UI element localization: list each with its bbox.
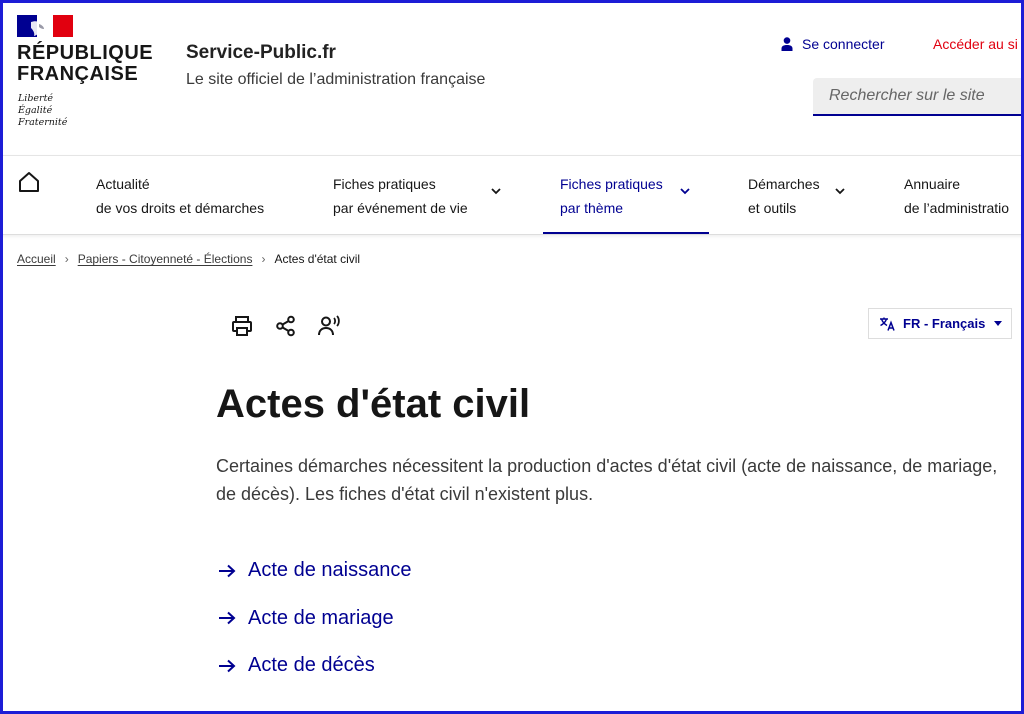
share-icon <box>276 315 295 337</box>
acceder-link[interactable]: Accéder au si <box>933 36 1018 52</box>
chevron-down-icon <box>491 188 501 195</box>
print-button[interactable] <box>230 314 254 338</box>
print-icon <box>232 316 252 336</box>
user-icon <box>781 37 793 51</box>
listen-button[interactable] <box>318 314 342 338</box>
marianne-flag-icon <box>17 15 73 37</box>
link-acte-de-naissance[interactable]: Acte de naissance <box>218 556 411 585</box>
site-subtitle: Le site officiel de l’administration fra… <box>186 71 486 88</box>
chevron-down-icon <box>835 188 845 195</box>
chevron-right-icon: › <box>261 252 266 266</box>
page-tools <box>230 314 362 338</box>
nav-item-demarches[interactable]: Démarches et outils <box>748 172 848 220</box>
translate-icon <box>880 317 895 331</box>
link-label: Acte de décès <box>248 654 375 676</box>
site-title[interactable]: Service-Public.fr <box>186 42 336 64</box>
home-icon <box>19 172 39 192</box>
active-nav-indicator <box>543 232 709 234</box>
related-links-list: Acte de naissance Acte de mariage Acte d… <box>218 556 411 699</box>
search-input[interactable] <box>813 78 1024 114</box>
arrow-right-icon <box>219 659 236 672</box>
nav-item-par-theme[interactable]: Fiches pratiques par thème <box>560 172 692 220</box>
link-label: Acte de naissance <box>248 559 412 581</box>
nav-item-evenement-de-vie[interactable]: Fiches pratiques par événement de vie <box>333 172 501 220</box>
main-navigation: Actualité de vos droits et démarches Fic… <box>0 155 1024 235</box>
connect-label: Se connecter <box>802 36 885 52</box>
chevron-down-icon <box>680 188 690 195</box>
arrow-right-icon <box>219 611 236 625</box>
caret-down-icon <box>994 321 1003 326</box>
nav-home-link[interactable] <box>18 171 40 198</box>
language-label: FR - Français <box>903 316 986 331</box>
link-acte-de-deces[interactable]: Acte de décès <box>218 651 411 680</box>
page-intro: Certaines démarches nécessitent la produ… <box>216 456 998 504</box>
page-title: Actes d'état civil <box>216 382 531 426</box>
republique-motto: Liberté Égalité Fraternité <box>18 93 68 128</box>
share-button[interactable] <box>274 314 298 338</box>
breadcrumb: Accueil › Papiers - Citoyenneté - Électi… <box>17 252 360 266</box>
republique-francaise-name: RÉPUBLIQUE FRANÇAISE <box>17 42 154 85</box>
nav-item-actualite[interactable]: Actualité de vos droits et démarches <box>96 172 264 220</box>
link-acte-de-mariage[interactable]: Acte de mariage <box>218 604 411 633</box>
language-selector[interactable]: FR - Français <box>868 308 1012 339</box>
site-header: RÉPUBLIQUE FRANÇAISE Liberté Égalité Fra… <box>0 0 1024 156</box>
arrow-right-icon <box>219 564 236 577</box>
nav-item-annuaire[interactable]: Annuaire de l’administratio <box>904 172 1009 220</box>
link-label: Acte de mariage <box>248 606 394 629</box>
listen-icon <box>318 315 340 336</box>
chevron-right-icon: › <box>64 252 69 266</box>
breadcrumb-current: Actes d'état civil <box>274 252 361 266</box>
breadcrumb-link-accueil[interactable]: Accueil <box>17 252 56 266</box>
search-box <box>813 78 1024 116</box>
breadcrumb-link-papiers[interactable]: Papiers - Citoyenneté - Élections <box>78 252 253 266</box>
connect-link[interactable]: Se connecter <box>781 36 885 52</box>
